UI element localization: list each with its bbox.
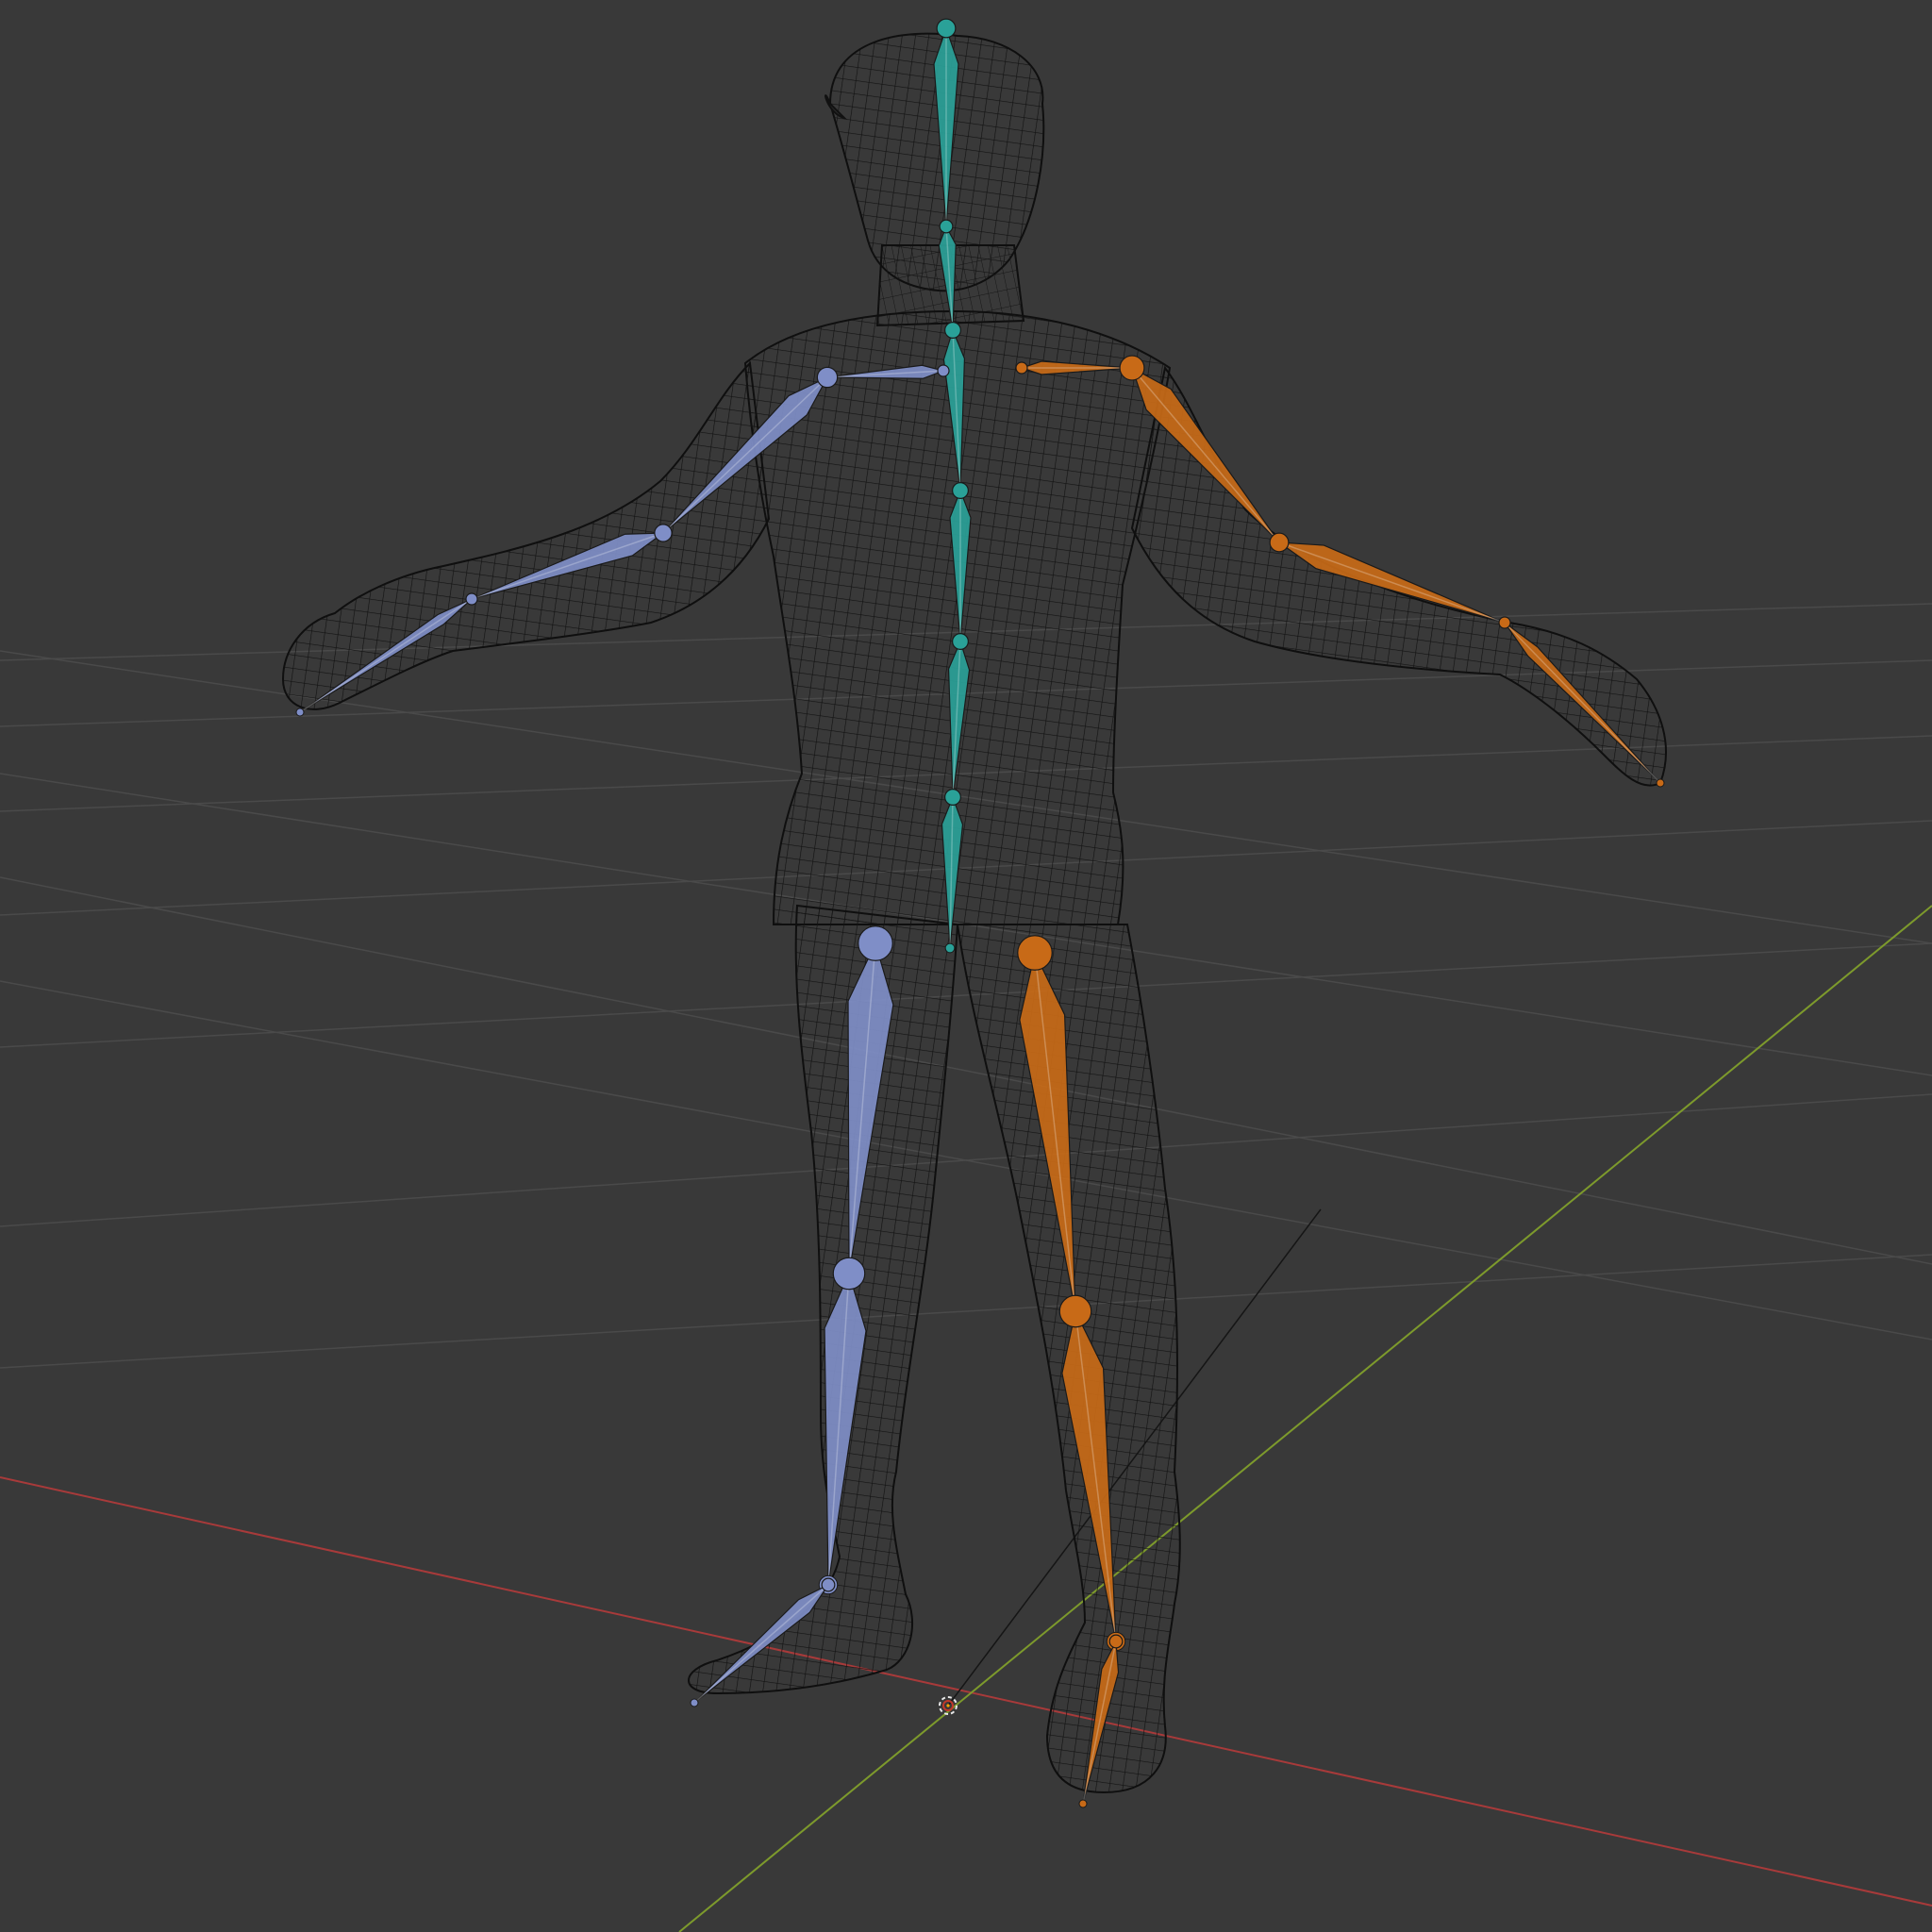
bone-shin-l-head-joint[interactable] (832, 1257, 866, 1291)
3d-cursor-center (946, 1704, 950, 1707)
bone-hand-r-tail-joint[interactable] (1656, 778, 1665, 788)
bone-head-head-joint[interactable] (936, 18, 957, 39)
bone-thigh-r-head-joint[interactable] (1017, 935, 1053, 971)
bone-foot-l-tail-joint[interactable] (690, 1698, 699, 1707)
mesh-right-arm[interactable] (1130, 365, 1667, 787)
bone-forearm-r-head-joint[interactable] (1269, 532, 1290, 553)
bone-thigh-l-head-joint[interactable] (858, 925, 893, 961)
bone-spine-mid-head-joint[interactable] (952, 482, 969, 499)
viewport-scene[interactable] (0, 0, 1932, 1932)
bone-foot-l-head-joint[interactable] (821, 1577, 836, 1592)
grid-line (0, 980, 1932, 1341)
character-mesh[interactable] (281, 32, 1667, 1794)
bone-spine-upper-head-joint[interactable] (944, 322, 961, 339)
bone-upper-arm-r-head-joint[interactable] (1119, 355, 1145, 381)
grid-line (0, 1254, 1932, 1369)
bone-foot-r-head-joint[interactable] (1108, 1634, 1124, 1649)
bone-spine-lower-head-joint[interactable] (952, 633, 969, 650)
bone-neck-head-joint[interactable] (939, 219, 954, 234)
bone-forearm-l-head-joint[interactable] (654, 524, 673, 542)
bone-foot-r-tail-joint[interactable] (1078, 1799, 1088, 1808)
bone-upper-arm-l-head-joint[interactable] (816, 366, 839, 389)
x-axis-line (0, 1476, 1932, 1907)
mesh-left-arm[interactable] (281, 360, 771, 710)
bone-shoulder-r-head-joint[interactable] (1015, 361, 1028, 375)
bone-shoulder-l-head-joint[interactable] (937, 364, 950, 377)
bone-hips-head-joint[interactable] (944, 789, 961, 806)
bone-hand-r-head-joint[interactable] (1498, 616, 1511, 629)
bone-hips-tail-joint[interactable] (944, 942, 956, 954)
bone-hand-l-head-joint[interactable] (465, 592, 478, 606)
bone-shin-r-head-joint[interactable] (1058, 1294, 1092, 1328)
3d-viewport[interactable] (0, 0, 1932, 1932)
bone-hand-l-tail-joint[interactable] (295, 708, 305, 717)
